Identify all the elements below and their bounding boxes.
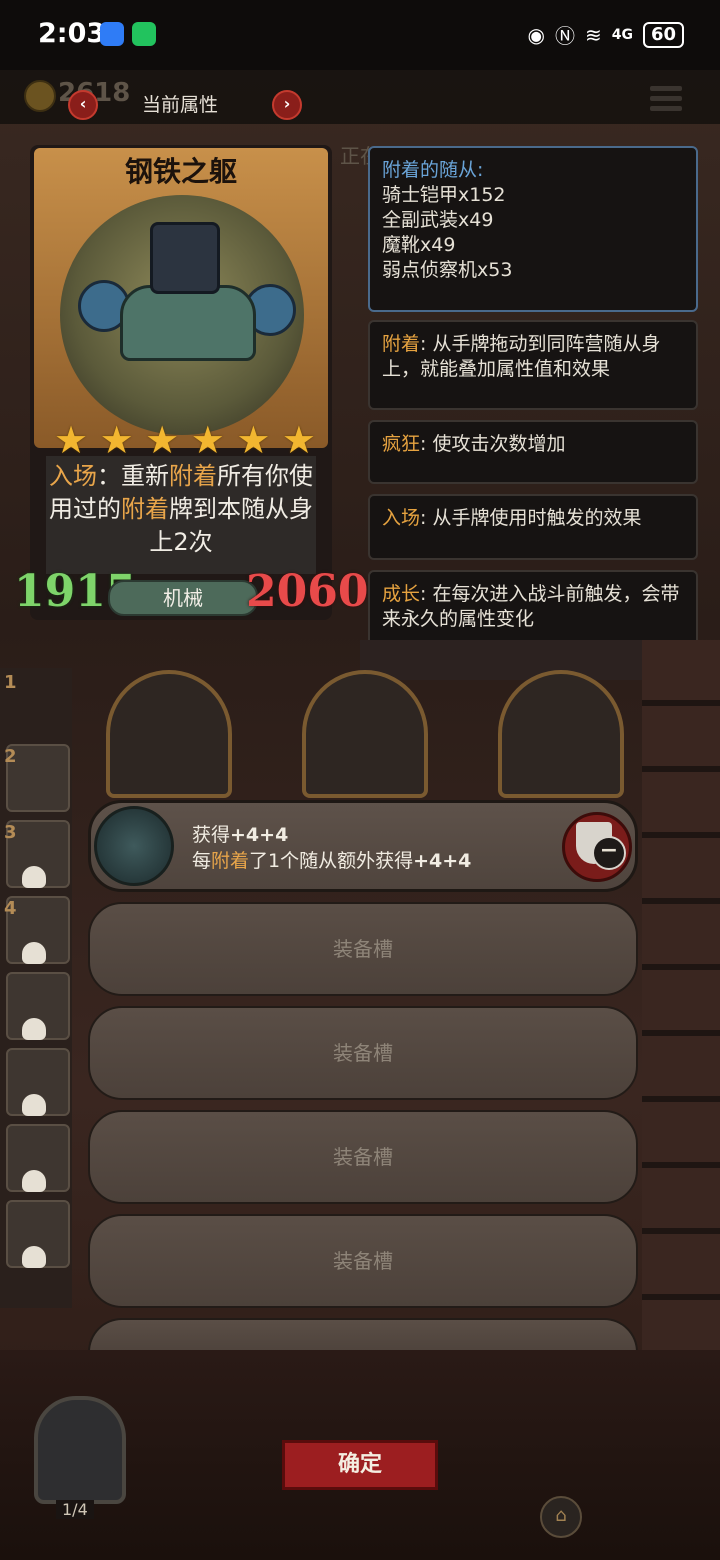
skull-icon [22, 1018, 46, 1040]
confirm-button[interactable]: 确定 [282, 1440, 438, 1490]
equipment-thumbnail [94, 806, 174, 886]
star-icon: ★ [281, 418, 316, 462]
equip-slot-label: 装备槽 [333, 1249, 393, 1273]
app-shield-icon [100, 22, 124, 46]
skull-icon [22, 942, 46, 964]
hd-call-icon: ◉ [527, 22, 545, 47]
skull-icon [22, 1246, 46, 1268]
star-icon: ★ [236, 418, 271, 462]
keyword-desc: : 使攻击次数增加 [420, 433, 566, 455]
keyword-attach: 附着 [121, 495, 169, 523]
equip-slot-label: 装备槽 [333, 1145, 393, 1169]
slot-number: 3 [4, 822, 17, 843]
equip-text: 每 [192, 850, 212, 872]
battery-icon: 60 [642, 21, 684, 48]
equip-text: 获得 [192, 824, 231, 846]
star-rating: ★ ★ ★ ★ ★ ★ [54, 420, 316, 460]
keyword-panel-frenzy: 疯狂: 使攻击次数增加 [368, 420, 698, 484]
keyword-name: 附着 [382, 333, 421, 355]
star-icon: ★ [145, 418, 180, 462]
prev-page-button[interactable]: ‹ [68, 90, 98, 120]
attached-title: 附着的随从: [382, 159, 484, 181]
coin-icon [24, 80, 56, 112]
board-minion[interactable] [302, 670, 428, 798]
desc-text: ：重新 [97, 462, 169, 490]
card-name: 钢铁之躯 [124, 155, 237, 188]
status-indicators: ◉ Ⓝ ≋ 4G 60 [527, 20, 684, 49]
attached-item: 魔靴x49 [382, 234, 456, 256]
equip-slot-empty[interactable]: 装备槽 [88, 1006, 638, 1100]
minus-icon: − [592, 836, 626, 870]
skull-icon [22, 1170, 46, 1192]
robot-art-head [150, 222, 220, 294]
board-minion[interactable] [106, 670, 232, 798]
wifi-icon: ≋ [584, 22, 602, 47]
page-title: 当前属性 [142, 94, 219, 116]
equip-effect-line2: 每附着了1个随从额外获得+4+4 [192, 846, 471, 873]
star-icon: ★ [54, 418, 89, 462]
keyword-name: 疯狂 [382, 433, 421, 455]
slot-number: 2 [4, 746, 17, 767]
health-value: 2060 [246, 566, 369, 617]
signal-icon: 4G [611, 26, 633, 43]
deck-count: 1/4 [56, 1500, 94, 1519]
attached-item: 骑士铠甲x152 [382, 184, 506, 206]
desc-text: 牌到本随从身上2次 [149, 495, 313, 556]
star-icon: ★ [190, 418, 225, 462]
equip-slot-empty[interactable]: 装备槽 [88, 1110, 638, 1204]
keyword-name: 入场 [382, 507, 421, 529]
bookshelf-right [642, 640, 720, 1360]
equip-slot-empty[interactable]: 装备槽 [88, 902, 638, 996]
wechat-icon [132, 22, 156, 46]
slot-number: 4 [4, 898, 17, 919]
keyword-attach: 附着 [169, 462, 217, 490]
keyword-desc: : 从手牌使用时触发的效果 [420, 507, 642, 529]
equip-value: +4+4 [230, 824, 289, 846]
equip-slot-empty[interactable]: 装备槽 [88, 1214, 638, 1308]
card-description: 入场：重新附着所有你使用过的附着牌到本随从身上2次 [46, 460, 316, 559]
bell-icon[interactable]: ⌂ [540, 1496, 582, 1538]
keyword-desc: : 从手牌拖动到同阵营随从身上，就能叠加属性值和效果 [382, 333, 661, 380]
nfc-icon: Ⓝ [554, 24, 575, 48]
equip-value: +4+4 [413, 850, 472, 872]
slot-number: 1 [4, 672, 17, 693]
attached-item: 全副武装x49 [382, 209, 494, 231]
equip-effect-line1: 获得+4+4 [192, 820, 288, 847]
star-icon: ★ [99, 418, 134, 462]
attached-item: 弱点侦察机x53 [382, 259, 513, 281]
keyword-panel-attach: 附着: 从手牌拖动到同阵营随从身上，就能叠加属性值和效果 [368, 320, 698, 410]
tribe-badge: 机械 [108, 580, 258, 616]
status-time: 2:03 [38, 18, 106, 49]
next-page-button[interactable]: › [272, 90, 302, 120]
keyword-desc: : 在每次进入战斗前触发，会带来永久的属性变化 [382, 583, 680, 630]
menu-icon[interactable] [650, 86, 682, 116]
keyword-panel-battlecry: 入场: 从手牌使用时触发的效果 [368, 494, 698, 560]
deck-icon[interactable] [34, 1396, 126, 1504]
keyword-attach: 附着 [211, 850, 250, 872]
skull-icon [22, 866, 46, 888]
equip-text: 了1个随从额外获得 [249, 850, 414, 872]
equip-slot-label: 装备槽 [333, 937, 393, 961]
robot-art-body [120, 285, 256, 361]
attached-minions-panel: 附着的随从: 骑士铠甲x152 全副武装x49 魔靴x49 弱点侦察机x53 [368, 146, 698, 312]
equip-slot-label: 装备槽 [333, 1041, 393, 1065]
keyword-battlecry: 入场 [49, 462, 97, 490]
board-minion[interactable] [498, 670, 624, 798]
skull-icon [22, 1094, 46, 1116]
keyword-name: 成长 [382, 583, 421, 605]
